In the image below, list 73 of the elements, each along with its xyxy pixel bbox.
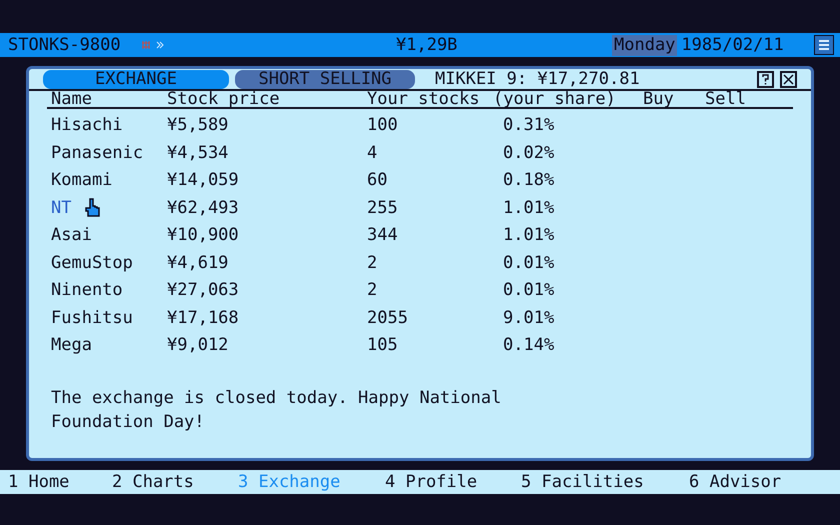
help-button[interactable] <box>757 70 774 88</box>
app-title: STONKS-9800 <box>8 36 122 54</box>
column-header: Your stocks <box>367 90 481 108</box>
stock-row[interactable]: Mega ¥9,012 105 0.14% <box>47 332 793 360</box>
column-header: (your share) <box>493 90 617 108</box>
stock-price: ¥27,063 <box>167 282 240 300</box>
stock-price: ¥4,619 <box>167 254 230 272</box>
stock-name: Komami <box>51 172 112 190</box>
stock-row[interactable]: Ninento ¥27,063 2 0.01% <box>47 277 793 304</box>
stock-name: GemuStop <box>51 254 133 272</box>
stock-row[interactable]: Panasenic ¥4,534 4 0.02% <box>47 140 793 167</box>
nav-tab[interactable]: 5 Facilities <box>521 474 689 490</box>
stock-count: 2055 <box>367 310 409 327</box>
help-icon <box>762 74 769 84</box>
stock-price: ¥62,493 <box>167 200 240 217</box>
stock-price: ¥17,168 <box>167 310 240 327</box>
stock-name: Asai <box>51 227 92 244</box>
stock-count: 60 <box>367 172 388 190</box>
stock-price: ¥14,059 <box>167 172 240 190</box>
nav-tab[interactable]: 4 Profile <box>385 474 521 490</box>
date: 1985/02/11 <box>681 36 784 54</box>
nav-tab[interactable]: 2 Charts <box>112 474 238 490</box>
tab[interactable]: EXCHANGE <box>43 70 229 88</box>
stock-row[interactable]: NT ¥62,493 255 1.01% <box>47 194 793 222</box>
index-value: MIKKEI 9: ¥17,270.81 <box>435 70 640 88</box>
stock-share: 0.01% <box>503 282 554 300</box>
stock-price: ¥4,534 <box>167 144 230 162</box>
stock-name: Hisachi <box>51 117 123 134</box>
stock-share: 1.01% <box>503 200 554 217</box>
stock-count: 105 <box>367 337 399 354</box>
stock-share: 0.01% <box>503 254 554 272</box>
stock-name: NT <box>51 200 72 217</box>
stock-count: 255 <box>367 200 399 217</box>
nav-tab[interactable]: 6 Advisor <box>689 474 809 490</box>
stock-price: ¥10,900 <box>167 227 240 244</box>
stock-count: 2 <box>367 254 378 272</box>
column-header: Buy <box>643 90 675 108</box>
stock-count: 344 <box>367 227 399 244</box>
stock-count: 2 <box>367 282 378 300</box>
double-chevron-icon <box>156 41 164 49</box>
stock-name: Mega <box>51 337 92 354</box>
column-header: Name <box>51 90 93 108</box>
tab[interactable]: SHORT SELLING <box>235 70 415 88</box>
message-text: The exchange is closed today. Happy National Foundation Day! <box>51 386 502 434</box>
stock-price: ¥9,012 <box>167 337 230 354</box>
close-icon <box>783 74 794 84</box>
money-amount: ¥1,29B <box>396 36 458 54</box>
stock-count: 100 <box>367 117 399 134</box>
stock-name: Panasenic <box>51 144 144 162</box>
column-header: Stock price <box>167 90 281 108</box>
stock-row[interactable]: GemuStop ¥4,619 2 0.01% <box>47 250 793 277</box>
stock-row[interactable]: Fushitsu ¥17,168 2055 9.01% <box>47 304 793 332</box>
close-button[interactable] <box>780 70 797 88</box>
stock-share: 0.18% <box>503 172 554 190</box>
menu-icon <box>818 39 830 51</box>
weekday: Monday <box>612 34 678 56</box>
pointing-hand-icon <box>85 198 102 218</box>
stock-row[interactable]: Komami ¥14,059 60 0.18% <box>47 167 793 194</box>
stock-row[interactable]: Asai ¥10,900 344 1.01% <box>47 222 793 250</box>
nav-tab[interactable]: 1 Home <box>8 474 112 490</box>
column-header: Sell <box>705 90 746 108</box>
stock-share: 1.01% <box>503 227 554 244</box>
stock-share: 0.14% <box>503 337 554 354</box>
stock-price: ¥5,589 <box>167 117 230 134</box>
menu-button[interactable] <box>814 35 834 55</box>
stock-name: Ninento <box>51 282 123 300</box>
grid-icon <box>142 40 150 50</box>
stock-share: 0.02% <box>503 144 554 162</box>
stock-share: 0.31% <box>503 117 554 134</box>
stock-share: 9.01% <box>503 310 554 327</box>
stock-count: 4 <box>367 144 378 162</box>
stock-row[interactable]: Hisachi ¥5,589 100 0.31% <box>47 112 793 140</box>
stock-name: Fushitsu <box>51 310 133 327</box>
